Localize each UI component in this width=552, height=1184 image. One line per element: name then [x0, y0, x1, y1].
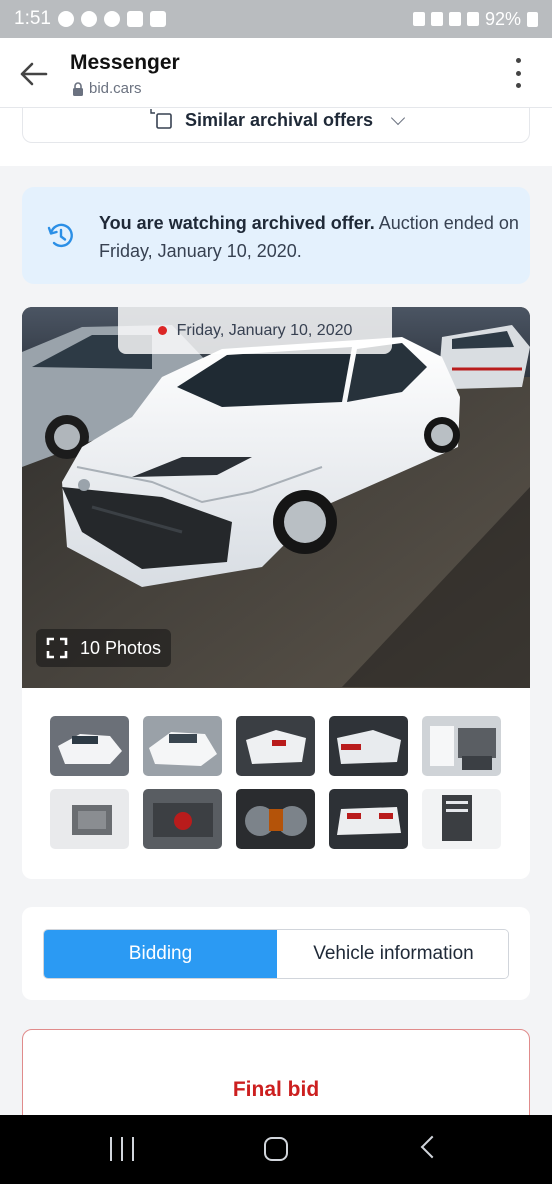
instagram-icon: [126, 11, 143, 27]
app-bar: Messenger bid.cars: [0, 38, 552, 108]
app-title: Messenger: [70, 51, 180, 74]
more-menu-icon[interactable]: [514, 58, 522, 88]
thumbnail[interactable]: [422, 716, 501, 776]
similar-offers-toggle[interactable]: Similar archival offers: [22, 108, 530, 143]
messenger-icon: [57, 11, 74, 27]
thumbnail-grid: [50, 716, 502, 849]
lock-icon: [73, 81, 83, 96]
thumbnail[interactable]: [143, 716, 222, 776]
photo-gallery: Friday, January 10, 2020 10 Photos: [22, 307, 530, 879]
gallery-icon: [149, 11, 166, 27]
status-bar: 1:51 92%: [0, 0, 552, 38]
thumbnail[interactable]: [329, 716, 408, 776]
tab-group: Bidding Vehicle information: [43, 929, 509, 979]
archived-notice-bold: You are watching archived offer.: [99, 213, 375, 233]
photos-count-button[interactable]: 10 Photos: [36, 629, 172, 667]
checkbox-icon[interactable]: [149, 109, 175, 131]
home-button[interactable]: [264, 1137, 288, 1161]
battery-percent: 92%: [484, 8, 521, 29]
thumbnail[interactable]: [329, 789, 408, 849]
final-bid-title: Final bid: [232, 1078, 320, 1101]
tab-bidding[interactable]: Bidding: [44, 930, 277, 978]
thumbnail[interactable]: [50, 789, 129, 849]
status-dot: [157, 326, 167, 335]
recent-apps-button[interactable]: [110, 1137, 134, 1161]
auction-date-badge: Friday, January 10, 2020: [118, 307, 392, 354]
similar-offers-label: Similar archival offers: [184, 109, 374, 130]
page-url: bid.cars: [72, 80, 142, 97]
archived-notice-text: You are watching archived offer. Auction…: [99, 209, 519, 265]
final-bid-card: Final bid: [22, 1029, 530, 1115]
fullscreen-icon: [46, 637, 68, 659]
page-content: Similar archival offers You are watching…: [0, 108, 552, 1115]
battery-icon: [527, 11, 538, 27]
tabs-card: Bidding Vehicle information: [22, 907, 530, 1000]
signal-icon: [448, 12, 461, 26]
history-icon: [47, 223, 73, 248]
url-text: bid.cars: [89, 80, 142, 97]
facebook-icon: [80, 11, 97, 27]
auction-date: Friday, January 10, 2020: [176, 321, 353, 339]
clock: 1:51: [14, 8, 51, 29]
similar-offers-card: Similar archival offers: [0, 108, 552, 166]
chevron-down-icon: [390, 110, 406, 125]
thumbnail[interactable]: [236, 716, 315, 776]
thumbnail[interactable]: [236, 789, 315, 849]
4g-icon: [466, 12, 479, 26]
archived-notice: You are watching archived offer. Auction…: [22, 187, 530, 284]
system-nav-bar: [0, 1115, 552, 1184]
back-button[interactable]: [420, 1135, 444, 1159]
back-arrow-icon[interactable]: [16, 56, 52, 92]
tab-vehicle-information[interactable]: Vehicle information: [277, 930, 508, 978]
photos-count: 10 Photos: [80, 637, 162, 658]
offer-section: You are watching archived offer. Auction…: [0, 166, 552, 1115]
nfc-icon: [412, 12, 425, 26]
facebook-icon: [103, 11, 120, 27]
thumbnail[interactable]: [422, 789, 501, 849]
alarm-icon: [430, 12, 443, 26]
thumbnail[interactable]: [143, 789, 222, 849]
thumbnail[interactable]: [50, 716, 129, 776]
